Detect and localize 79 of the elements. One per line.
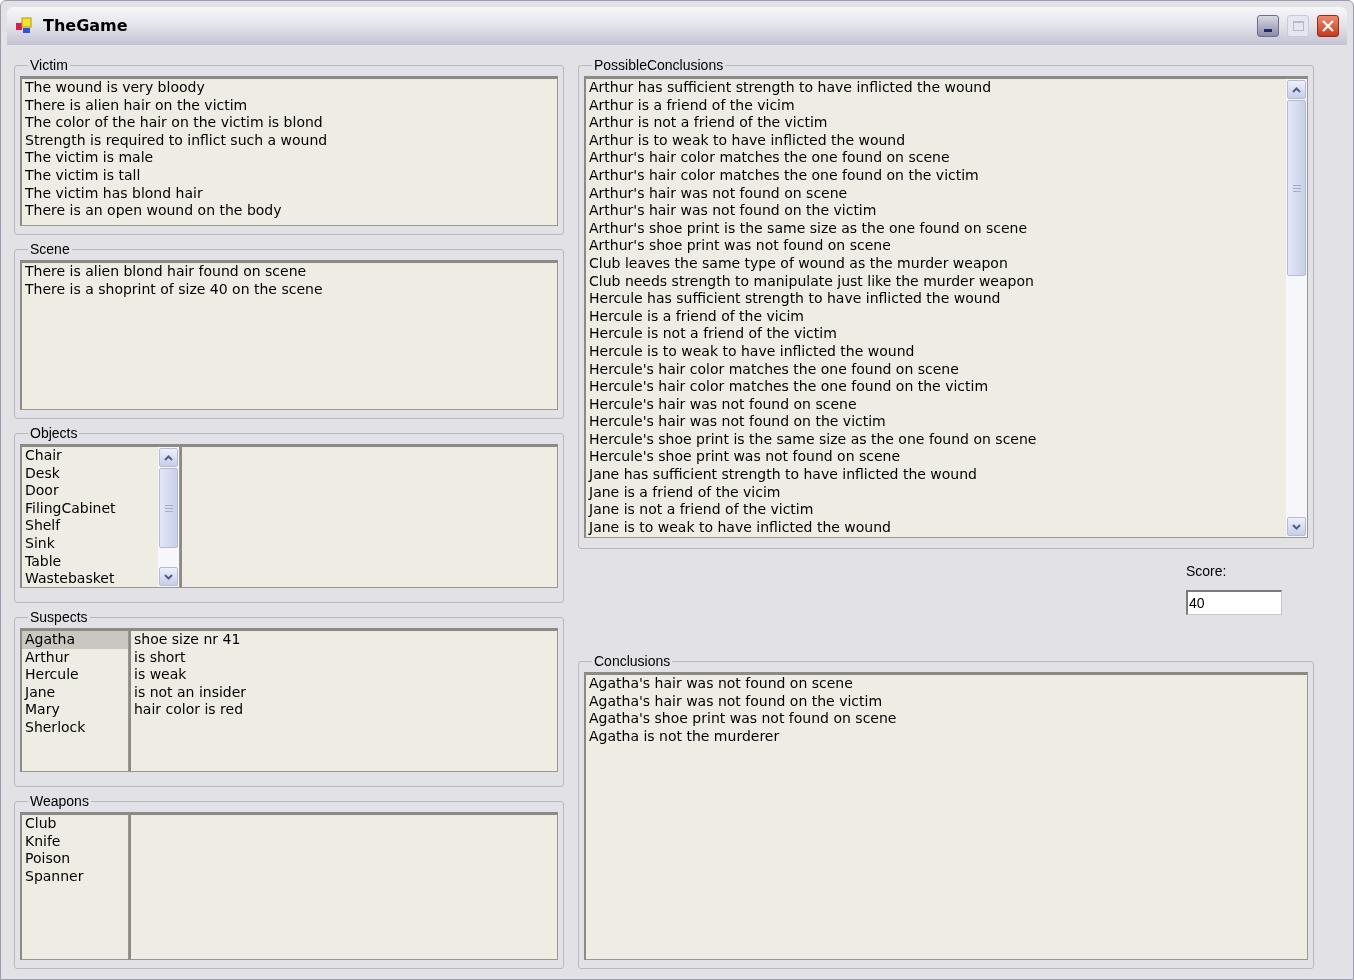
text-line: There is alien hair on the victim: [24, 96, 249, 115]
text-line: shoe size nr 41: [133, 631, 242, 649]
text-line: Strength is required to inflict such a wound: [24, 131, 329, 150]
list-item: Hercule's shoe print is the same size as the one found on scene: [588, 430, 1038, 449]
list-box[interactable]: Chair Desk Door FilingCabinet Shelf Sink Table Wastebasket: [20, 444, 180, 588]
list-item: Hercule's hair color matches the one found on scene: [588, 360, 960, 379]
list-item[interactable]: Desk: [22, 464, 158, 483]
text-line: is short: [133, 648, 187, 667]
text-line: is weak: [133, 666, 188, 684]
text-line: is not an insider: [133, 683, 248, 702]
list-item: Jane is not a friend of the victim: [587, 501, 815, 519]
text-line: The victim is tall: [24, 166, 142, 185]
list-item: Hercule's hair was not found on scene: [588, 395, 858, 414]
list-item[interactable]: Knife: [22, 832, 128, 851]
list-item[interactable]: Poison: [22, 850, 128, 868]
text-box[interactable]: shoe size nr 41 is short is weak is not an insider hair color is red: [129, 628, 558, 772]
list-item: Arthur's hair was not found on the victim: [588, 202, 878, 220]
list-item: Hercule's hair color matches the one found on the victim: [588, 378, 990, 396]
list-item[interactable]: Club: [22, 815, 128, 833]
group-title: Suspects: [29, 608, 89, 627]
list-item[interactable]: Mary: [22, 701, 128, 719]
list-box[interactable]: Agatha Arthur Hercule Jane Mary Sherlock: [20, 628, 129, 772]
list-item: Hercule is a friend of the vicim: [588, 307, 805, 326]
list-item: Arthur is to weak to have inflicted the wound: [588, 131, 907, 150]
group-title: Scene: [29, 240, 71, 259]
score-field[interactable]: 40: [1186, 590, 1282, 615]
list-item: Arthur is not a friend of the victim: [588, 114, 829, 132]
list-item[interactable]: Sherlock: [22, 718, 128, 737]
text-line: The victim has blond hair: [24, 184, 204, 203]
list-item: Arthur has sufficient strength to have inflicted the wound: [588, 79, 993, 97]
text-line: Agatha's hair was not found on the victim: [588, 692, 884, 711]
list-item: Arthur's hair color matches the one found on scene: [588, 149, 951, 167]
list-item[interactable]: Spanner: [22, 867, 128, 886]
list-item: Hercule is not a friend of the victim: [588, 325, 838, 343]
list-item: Arthur's hair color matches the one found on the victim: [588, 166, 980, 185]
group-title: PossibleConclusions: [593, 56, 725, 75]
list-item: Hercule has sufficient strength to have inflicted the wound: [588, 290, 1002, 308]
list-item[interactable]: Arthur: [22, 648, 128, 667]
text-line: The victim is male: [24, 149, 155, 167]
text-line: There is alien blond hair found on scene: [24, 263, 308, 281]
list-item: Hercule is to weak to have inflicted the wound: [588, 342, 916, 361]
list-item: Arthur's shoe print was not found on scene: [588, 237, 892, 255]
list-box[interactable]: Club Knife Poison Spanner: [20, 812, 129, 960]
text-line: The wound is very bloody: [24, 79, 206, 97]
list-item[interactable]: FilingCabinet: [22, 499, 158, 518]
list-item[interactable]: Shelf: [22, 517, 158, 535]
list-item[interactable]: Door: [22, 482, 158, 500]
list-item: Club leaves the same type of wound as the murder weapon: [588, 254, 1009, 273]
text-line: hair color is red: [133, 701, 245, 719]
group-title: Objects: [29, 424, 79, 443]
group-title: Weapons: [29, 792, 90, 811]
text-box[interactable]: Agatha's hair was not found on scene Agatha's hair was not found on the victim Agatha's shoe print was not found on scene Agatha is not the murderer: [584, 672, 1308, 960]
list-item[interactable]: Wastebasket: [22, 570, 158, 587]
list-item: Jane has sufficient strength to have inflicted the wound: [587, 466, 978, 484]
text-line: The color of the hair on the victim is blond: [24, 114, 324, 132]
text-line: Agatha's hair was not found on scene: [588, 675, 854, 693]
text-line: There is an open wound on the body: [24, 202, 283, 220]
list-item: Jane is to weak to have inflicted the wound: [587, 518, 892, 537]
list-item[interactable]: Table: [22, 552, 158, 571]
text-line: There is a shoprint of size 40 on the scene: [24, 280, 324, 299]
group-title: Conclusions: [593, 652, 672, 671]
list-item[interactable]: Agatha: [22, 631, 128, 649]
score-label: Score:: [1186, 562, 1227, 581]
group-title: Victim: [29, 56, 69, 75]
list-item: Jane is a friend of the vicim: [587, 483, 782, 502]
list-item: Arthur's shoe print is the same size as the one found on scene: [588, 219, 1029, 238]
text-line: Agatha's shoe print was not found on scene: [588, 710, 898, 728]
text-box[interactable]: There is alien blond hair found on scene There is a shoprint of size 40 on the scene: [20, 260, 558, 410]
list-item[interactable]: Chair: [22, 447, 158, 465]
list-item: Hercule's shoe print was not found on scene: [588, 448, 902, 467]
list-item: Arthur's hair was not found on scene: [588, 184, 849, 203]
text-line: Agatha is not the murderer: [588, 727, 781, 746]
list-item[interactable]: Jane: [22, 683, 128, 702]
window-title: TheGame: [43, 15, 129, 37]
list-item: Hercule's hair was not found on the victim: [588, 413, 887, 431]
list-item: Club needs strength to manipulate just like the murder weapon: [588, 272, 1035, 291]
list-item: Arthur is a friend of the vicim: [588, 96, 796, 115]
list-item[interactable]: Hercule: [22, 666, 128, 684]
list-item[interactable]: Sink: [22, 534, 158, 553]
